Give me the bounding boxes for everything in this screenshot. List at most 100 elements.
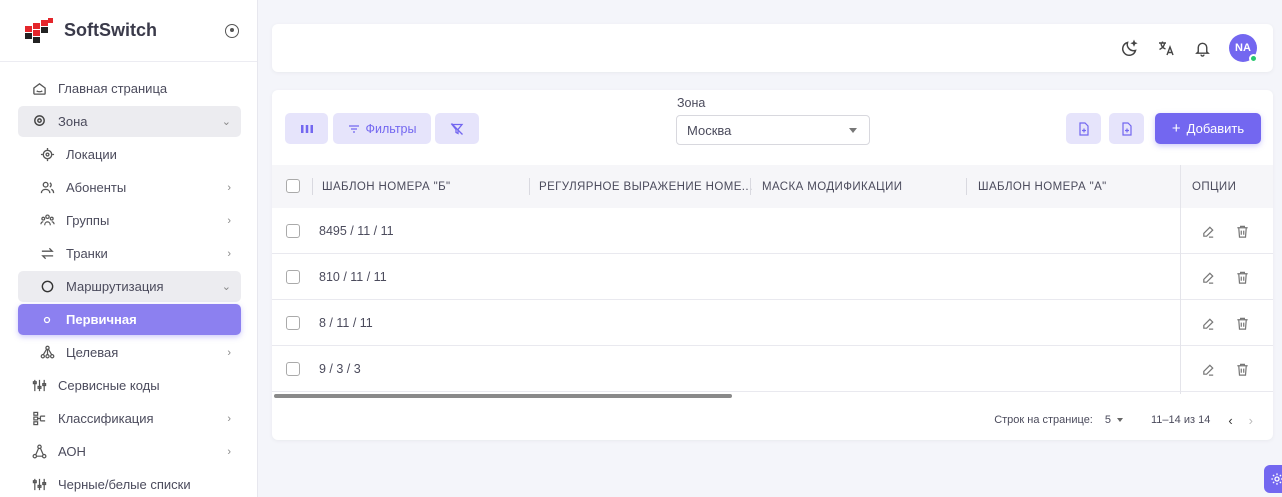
zone-select[interactable]: Москва xyxy=(676,115,870,145)
sidebar-item-target[interactable]: Целевая › xyxy=(18,337,241,368)
avatar-initials: NA xyxy=(1235,42,1251,54)
target-icon xyxy=(36,147,58,162)
sidebar-item-trunks[interactable]: Транки › xyxy=(18,238,241,269)
rows-per-page-select[interactable]: 5 xyxy=(1105,414,1123,426)
add-button[interactable]: + Добавить xyxy=(1155,113,1261,144)
sidebar-item-label: Маршрутизация xyxy=(66,279,164,294)
column-header-pattern-a[interactable]: ШАБЛОН НОМЕРА "А" xyxy=(966,165,1107,208)
sidebar-item-aon[interactable]: АОН › xyxy=(18,436,241,467)
sidebar-item-classification[interactable]: Классификация › xyxy=(18,403,241,434)
edit-icon[interactable] xyxy=(1200,361,1216,377)
cell-pattern-b: 9 / 3 / 3 xyxy=(319,361,361,376)
trash-icon[interactable] xyxy=(1234,269,1250,285)
trash-icon[interactable] xyxy=(1234,361,1250,377)
arrows-exchange-icon xyxy=(36,246,58,261)
column-header-label: ШАБЛОН НОМЕРА "А" xyxy=(978,180,1107,193)
chevron-down-icon: ⌄ xyxy=(221,116,231,128)
sidebar-item-label: Главная страница xyxy=(58,81,168,96)
row-checkbox[interactable] xyxy=(286,362,300,376)
column-header-regex[interactable]: РЕГУЛЯРНОЕ ВЫРАЖЕНИЕ НОМЕ... xyxy=(529,165,753,208)
row-checkbox[interactable] xyxy=(286,316,300,330)
column-header-mask[interactable]: МАСКА МОДИФИКАЦИИ xyxy=(750,165,902,208)
cell-pattern-b: 8 / 11 / 11 xyxy=(319,315,373,330)
export-file-button[interactable] xyxy=(1109,113,1144,144)
caret-down-icon xyxy=(1117,418,1123,422)
sidebar-item-locations[interactable]: Локации xyxy=(18,139,241,170)
cell-pattern-b: 810 / 11 / 11 xyxy=(319,269,387,284)
column-separator xyxy=(312,178,313,195)
select-all-checkbox[interactable] xyxy=(286,179,300,193)
sidebar-item-label: АОН xyxy=(58,444,86,459)
column-header-label: ШАБЛОН НОМЕРА "Б" xyxy=(322,180,451,193)
theme-toggle-icon[interactable] xyxy=(1117,35,1143,61)
sidebar-item-routing[interactable]: Маршрутизация ⌄ xyxy=(18,271,241,302)
table-toolbar: Фильтры Зона Москва + Добавить xyxy=(272,90,1273,162)
home-icon xyxy=(28,81,50,96)
next-page-icon[interactable]: › xyxy=(1249,413,1253,428)
file-plus-icon xyxy=(1121,121,1132,136)
table-row[interactable]: 8495 / 11 / 11 xyxy=(272,208,1273,254)
trash-icon[interactable] xyxy=(1234,315,1250,331)
sidebar-item-black-white-lists[interactable]: Черные/белые списки xyxy=(18,469,241,497)
circle-icon xyxy=(36,279,58,294)
chevron-right-icon: › xyxy=(227,247,231,260)
column-separator xyxy=(529,178,530,195)
column-separator xyxy=(966,178,967,195)
sidebar-toggle-icon[interactable] xyxy=(225,23,239,38)
row-checkbox[interactable] xyxy=(286,270,300,284)
sidebar: SoftSwitch Главная страница Зона ⌄ Локац… xyxy=(0,0,258,497)
sidebar-item-groups[interactable]: Группы › xyxy=(18,205,241,236)
clear-filters-button[interactable] xyxy=(435,113,479,144)
sidebar-item-label: Транки xyxy=(66,246,108,261)
filter-off-icon xyxy=(450,122,464,135)
column-separator xyxy=(750,178,751,195)
edit-icon[interactable] xyxy=(1200,223,1216,239)
sidebar-item-home[interactable]: Главная страница xyxy=(18,73,241,104)
edit-icon[interactable] xyxy=(1200,269,1216,285)
sidebar-item-label: Первичная xyxy=(66,312,137,327)
brand: SoftSwitch xyxy=(0,0,257,62)
sidebar-item-subscribers[interactable]: Абоненты › xyxy=(18,172,241,203)
sitemap-icon xyxy=(36,345,58,360)
sidebar-item-service-codes[interactable]: Сервисные коды xyxy=(18,370,241,401)
network-icon xyxy=(28,444,50,459)
row-checkbox[interactable] xyxy=(286,224,300,238)
translate-icon[interactable] xyxy=(1153,35,1179,61)
settings-fab[interactable] xyxy=(1264,465,1282,493)
column-header-label: МАСКА МОДИФИКАЦИИ xyxy=(762,180,903,193)
horizontal-scrollbar[interactable] xyxy=(274,394,732,398)
brand-name: SoftSwitch xyxy=(64,20,157,40)
table-header: ШАБЛОН НОМЕРА "Б" РЕГУЛЯРНОЕ ВЫРАЖЕНИЕ Н… xyxy=(272,165,1273,208)
column-header-pattern-b[interactable]: ШАБЛОН НОМЕРА "Б" xyxy=(312,165,451,208)
softswitch-logo-icon xyxy=(25,17,53,43)
rows-per-page-label: Строк на странице: xyxy=(994,414,1093,426)
zone-select-label: Зона xyxy=(677,96,706,110)
sidebar-item-label: Черные/белые списки xyxy=(58,477,191,492)
table-row[interactable]: 9 / 3 / 3 xyxy=(272,346,1273,392)
table-row[interactable]: 8 / 11 / 11 xyxy=(272,300,1273,346)
export-csv-button[interactable] xyxy=(1066,113,1101,144)
hierarchy-icon xyxy=(28,411,50,426)
table-row[interactable]: 810 / 11 / 11 xyxy=(272,254,1273,300)
bell-icon[interactable] xyxy=(1189,35,1215,61)
sidebar-item-label: Классификация xyxy=(58,411,154,426)
sidebar-item-primary[interactable]: Первичная xyxy=(18,304,241,335)
users-icon xyxy=(36,180,58,195)
zone-select-value: Москва xyxy=(687,122,732,138)
columns-icon xyxy=(300,124,313,133)
filters-label: Фильтры xyxy=(365,121,417,136)
page-range: 11–14 из 14 xyxy=(1151,414,1211,426)
rows-per-page-value: 5 xyxy=(1104,414,1111,426)
prev-page-icon[interactable]: ‹ xyxy=(1228,413,1232,428)
columns-button[interactable] xyxy=(285,113,328,144)
routing-table-card: Фильтры Зона Москва + Добавить ШАБЛОН НО… xyxy=(272,90,1273,440)
filters-button[interactable]: Фильтры xyxy=(333,113,431,144)
plus-icon: + xyxy=(1171,120,1181,137)
sidebar-item-label: Целевая xyxy=(66,345,119,360)
edit-icon[interactable] xyxy=(1200,315,1216,331)
caret-down-icon xyxy=(849,127,857,133)
sidebar-item-zone[interactable]: Зона ⌄ xyxy=(18,106,241,137)
trash-icon[interactable] xyxy=(1234,223,1250,239)
gear-icon xyxy=(1271,473,1282,485)
avatar[interactable]: NA xyxy=(1229,34,1258,63)
